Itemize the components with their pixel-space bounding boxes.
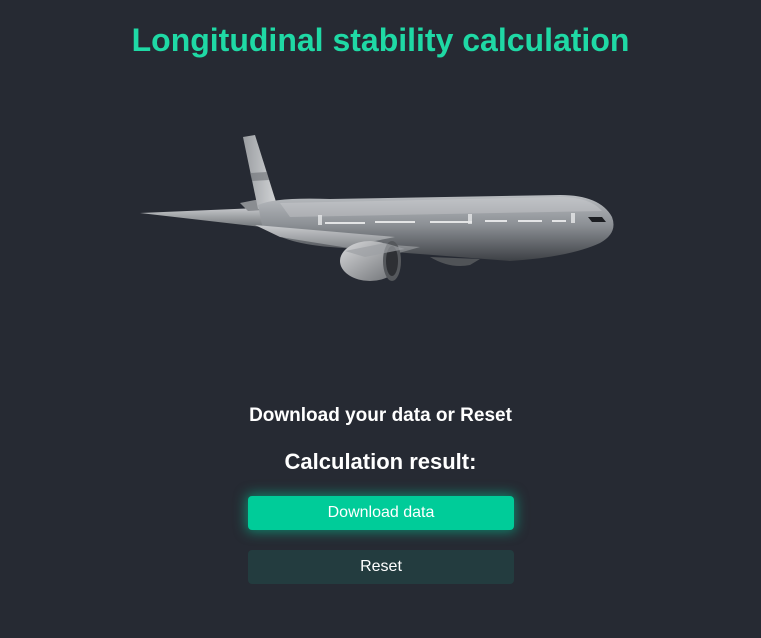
airplane-image (140, 135, 614, 281)
download-data-button[interactable]: Download data (248, 496, 514, 530)
result-heading: Calculation result: (284, 449, 477, 474)
instruction-text: Download your data or Reset (249, 405, 512, 426)
reset-button[interactable]: Reset (248, 550, 514, 584)
page-title: Longitudinal stability calculation (131, 22, 630, 58)
